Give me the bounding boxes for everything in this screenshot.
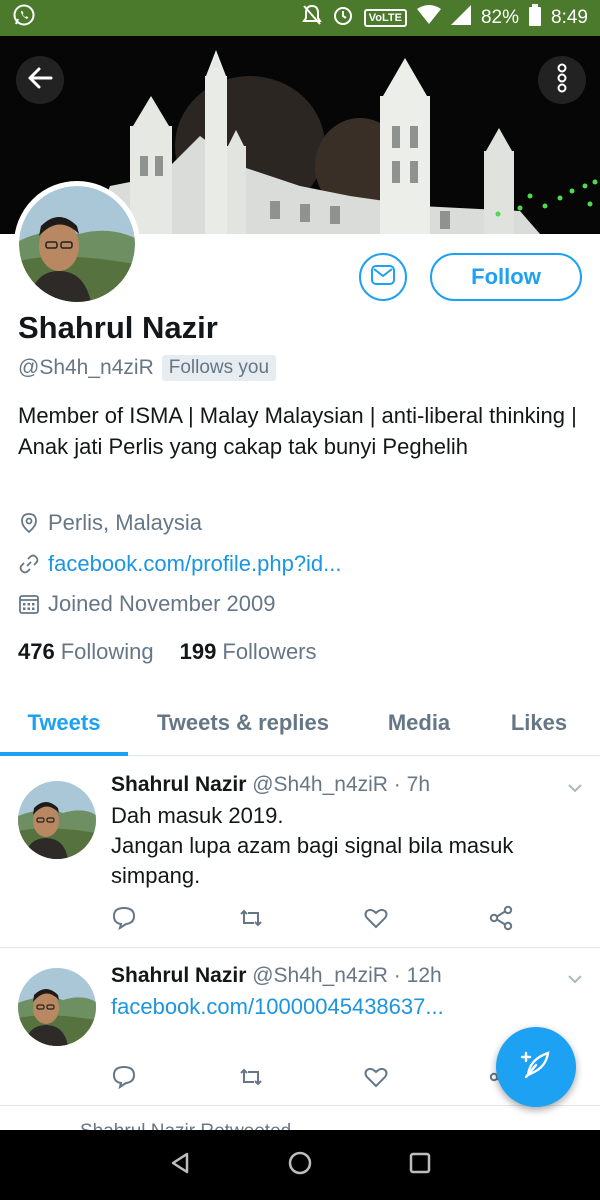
- joined-row: Joined November 2009: [18, 591, 275, 617]
- tab-tweets-replies[interactable]: Tweets & replies: [138, 690, 348, 755]
- website-row[interactable]: facebook.com/profile.php?id...: [18, 551, 342, 577]
- profile-name: Shahrul Nazir: [18, 310, 218, 345]
- retweet-icon[interactable]: [238, 1064, 264, 1090]
- location-text: Perlis, Malaysia: [48, 510, 203, 535]
- mail-icon: [370, 264, 396, 291]
- tweet-actions: [111, 905, 531, 933]
- retweet-icon[interactable]: [238, 905, 264, 931]
- whatsapp-icon: [12, 3, 36, 33]
- tweet-text: Dah masuk 2019. Jangan lupa azam bagi si…: [111, 803, 514, 888]
- compose-tweet-button[interactable]: [496, 1027, 576, 1107]
- tweet-avatar[interactable]: [18, 968, 96, 1046]
- back-arrow-icon: [27, 66, 53, 95]
- wifi-icon: [416, 5, 441, 31]
- more-options-button[interactable]: [538, 56, 586, 104]
- signal-icon: [450, 5, 471, 31]
- following-stat[interactable]: 476 Following: [18, 639, 154, 665]
- followers-label: Followers: [222, 639, 317, 664]
- active-tab-indicator: [0, 752, 128, 756]
- message-button[interactable]: [359, 253, 407, 301]
- tweet-avatar[interactable]: [18, 781, 96, 859]
- status-bar: VoLTE 82% 8:49: [0, 0, 600, 36]
- joined-text: Joined November 2009: [48, 591, 276, 616]
- tab-media[interactable]: Media: [370, 690, 468, 755]
- tweet-time: 12h: [406, 964, 442, 987]
- system-nav-bar: [0, 1130, 600, 1200]
- tweet-separator: ·: [393, 964, 401, 987]
- profile-tabs: Tweets Tweets & replies Media Likes: [0, 690, 600, 756]
- back-button[interactable]: [16, 56, 64, 104]
- clock: 8:49: [551, 7, 588, 28]
- tweet-author-handle: @Sh4h_n4ziR: [252, 964, 388, 987]
- chevron-down-icon[interactable]: [566, 779, 584, 797]
- battery-percent: 82%: [480, 7, 520, 28]
- follows-you-badge: Follows you: [161, 355, 277, 381]
- reply-icon[interactable]: [111, 1064, 137, 1090]
- chevron-down-icon[interactable]: [566, 970, 584, 988]
- profile-bio: Member of ISMA | Malay Malaysian | anti-…: [18, 403, 577, 459]
- tweet-author-name[interactable]: Shahrul Nazir: [111, 964, 246, 987]
- nav-recents-icon[interactable]: [408, 1151, 432, 1180]
- tab-tweets[interactable]: Tweets: [0, 690, 128, 755]
- tweet-actions: [111, 1064, 531, 1092]
- tweet-header: Shahrul Nazir @Sh4h_n4ziR · 7h: [111, 773, 430, 797]
- followers-stat[interactable]: 199 Followers: [180, 639, 317, 665]
- follow-stats: 476 Following 199 Followers: [18, 639, 317, 665]
- tweet-separator: ·: [393, 773, 401, 796]
- location-pin-icon: [18, 512, 40, 534]
- tab-likes[interactable]: Likes: [494, 690, 584, 755]
- link-icon: [18, 553, 40, 575]
- following-count: 476: [18, 639, 55, 664]
- tweet-author-handle: @Sh4h_n4ziR: [252, 773, 388, 796]
- website-link[interactable]: facebook.com/profile.php?id...: [48, 551, 342, 577]
- share-icon[interactable]: [488, 905, 514, 931]
- nav-back-icon[interactable]: [168, 1151, 192, 1180]
- profile-handle: @Sh4h_n4ziR: [18, 356, 154, 379]
- more-vertical-icon: [556, 63, 568, 98]
- followers-count: 199: [179, 639, 217, 664]
- handle-row: @Sh4h_n4ziR Follows you: [18, 355, 277, 381]
- nav-home-icon[interactable]: [287, 1150, 313, 1181]
- reply-icon[interactable]: [111, 905, 137, 931]
- profile-avatar[interactable]: [14, 181, 140, 307]
- volte-badge: VoLTE: [363, 9, 407, 27]
- follow-button[interactable]: Follow: [430, 253, 582, 301]
- tweet-item[interactable]: Shahrul Nazir @Sh4h_n4ziR · 7h Dah masuk…: [0, 757, 600, 948]
- calendar-icon: [18, 593, 40, 615]
- compose-feather-icon: [516, 1045, 556, 1090]
- tweet-header: Shahrul Nazir @Sh4h_n4ziR · 12h: [111, 964, 442, 988]
- following-label: Following: [60, 639, 154, 664]
- tweet-time: 7h: [406, 773, 430, 796]
- location-row: Perlis, Malaysia: [18, 510, 202, 536]
- tweet-author-name[interactable]: Shahrul Nazir: [111, 773, 246, 796]
- heart-icon[interactable]: [363, 1064, 389, 1090]
- heart-icon[interactable]: [363, 905, 389, 931]
- alarm-icon: [332, 4, 354, 32]
- battery-icon: [529, 4, 542, 32]
- mute-icon: [301, 4, 322, 32]
- tweet-link[interactable]: facebook.com/10000045438637...: [111, 992, 561, 1022]
